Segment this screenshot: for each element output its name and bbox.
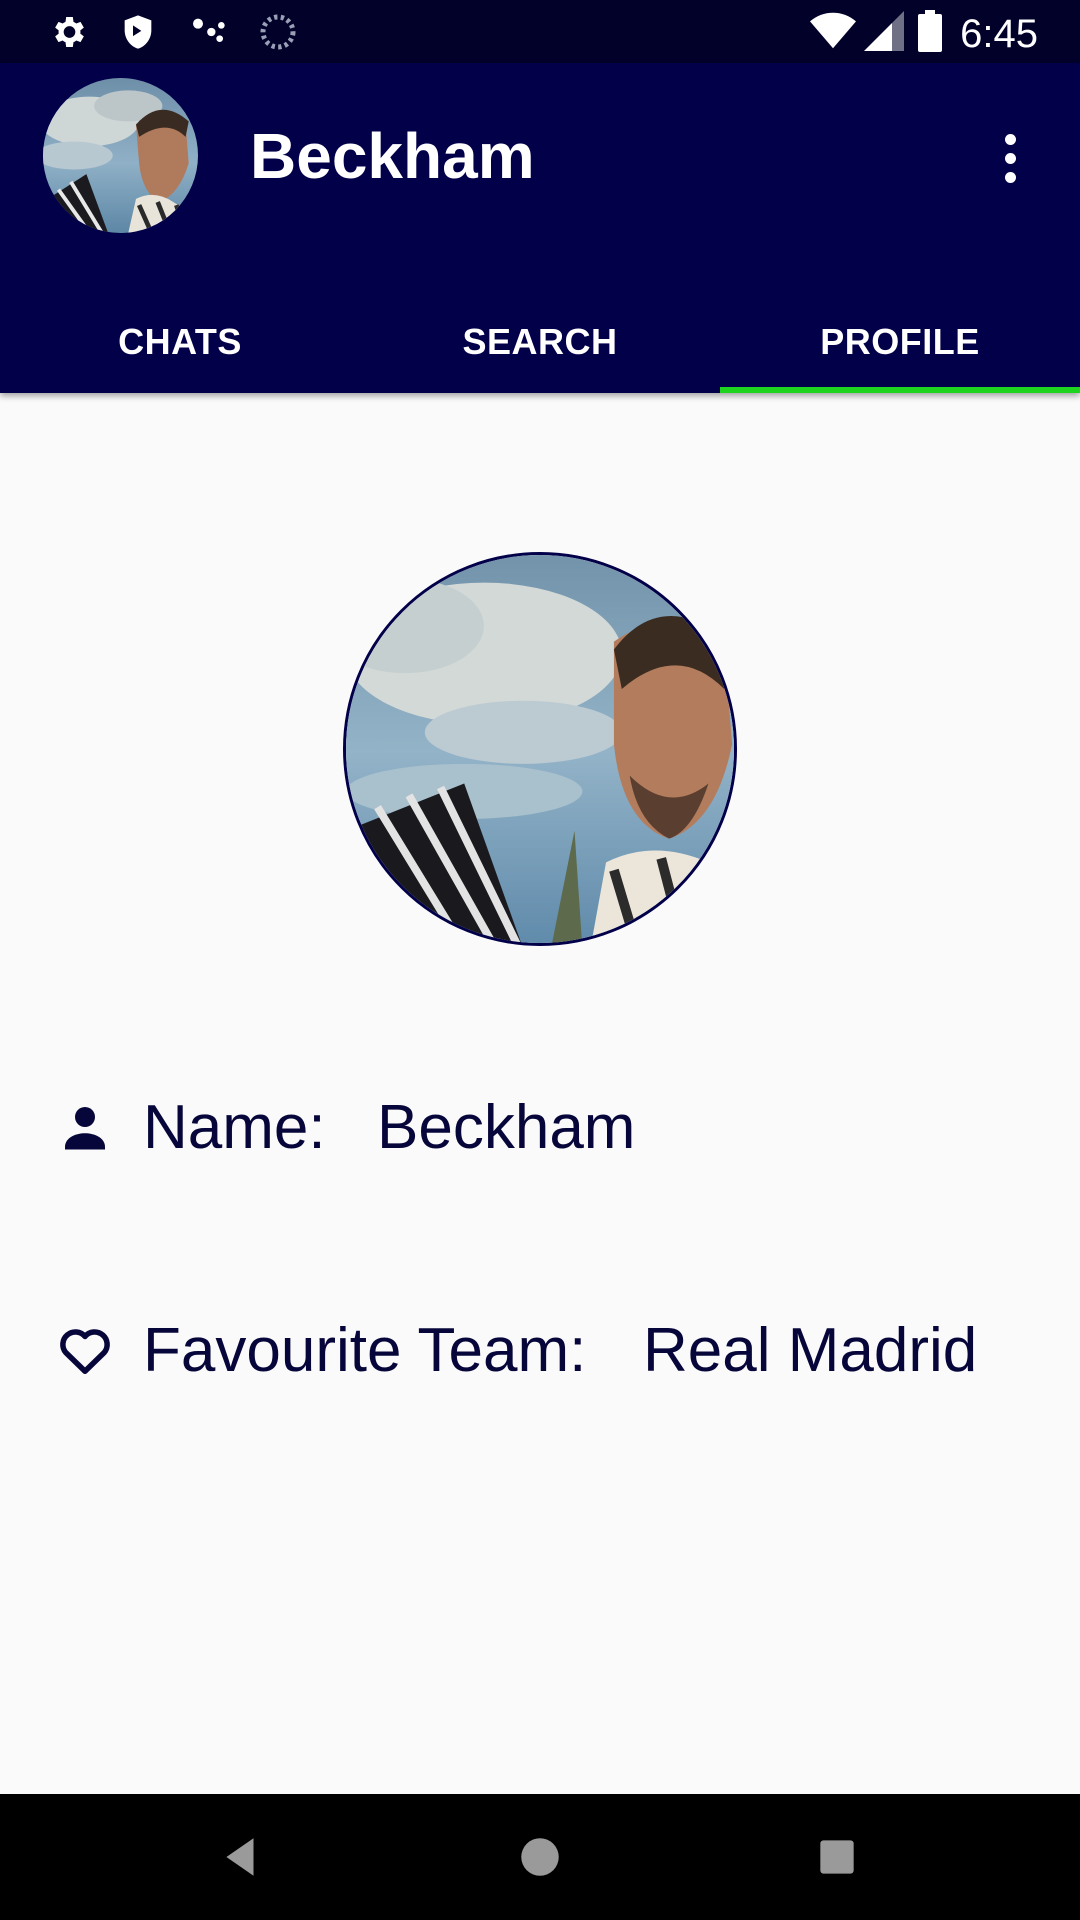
- recents-icon[interactable]: [812, 1832, 862, 1882]
- favourite-team-label: Favourite Team:: [143, 1315, 587, 1385]
- status-icons-right: 6:45: [810, 10, 1038, 57]
- settings-icon: [48, 12, 88, 52]
- tab-bar: CHATS SEARCH PROFILE: [0, 290, 1080, 393]
- home-icon[interactable]: [515, 1832, 565, 1882]
- status-bar: 6:45: [0, 0, 1080, 63]
- profile-avatar[interactable]: [343, 552, 737, 946]
- overflow-menu-icon[interactable]: [990, 123, 1030, 193]
- heart-icon: [55, 1320, 115, 1380]
- tab-search[interactable]: SEARCH: [360, 290, 720, 393]
- name-row: Name: Beckham: [0, 1077, 1080, 1177]
- tab-chats[interactable]: CHATS: [0, 290, 360, 393]
- signal-icon: [864, 11, 905, 56]
- system-nav-bar: [0, 1794, 1080, 1920]
- app-bar: Beckham CHATS SEARCH PROFILE: [0, 63, 1080, 393]
- wifi-icon: [810, 11, 857, 56]
- name-label: Name:: [143, 1092, 326, 1162]
- tab-profile[interactable]: PROFILE: [720, 290, 1080, 393]
- battery-icon: [918, 10, 943, 57]
- status-icons-left: [48, 12, 328, 52]
- back-icon[interactable]: [216, 1832, 266, 1882]
- loading-icon: [258, 12, 298, 52]
- favourite-team-row: Favourite Team: Real Madrid: [0, 1300, 1080, 1400]
- favourite-team-value: Real Madrid: [643, 1315, 978, 1385]
- shield-icon: [118, 12, 158, 52]
- header-avatar[interactable]: [43, 78, 198, 233]
- clock: 6:45: [960, 11, 1038, 56]
- app-title: Beckham: [250, 120, 535, 192]
- name-value: Beckham: [377, 1092, 636, 1162]
- assistant-icon: [188, 12, 228, 52]
- person-icon: [55, 1097, 115, 1157]
